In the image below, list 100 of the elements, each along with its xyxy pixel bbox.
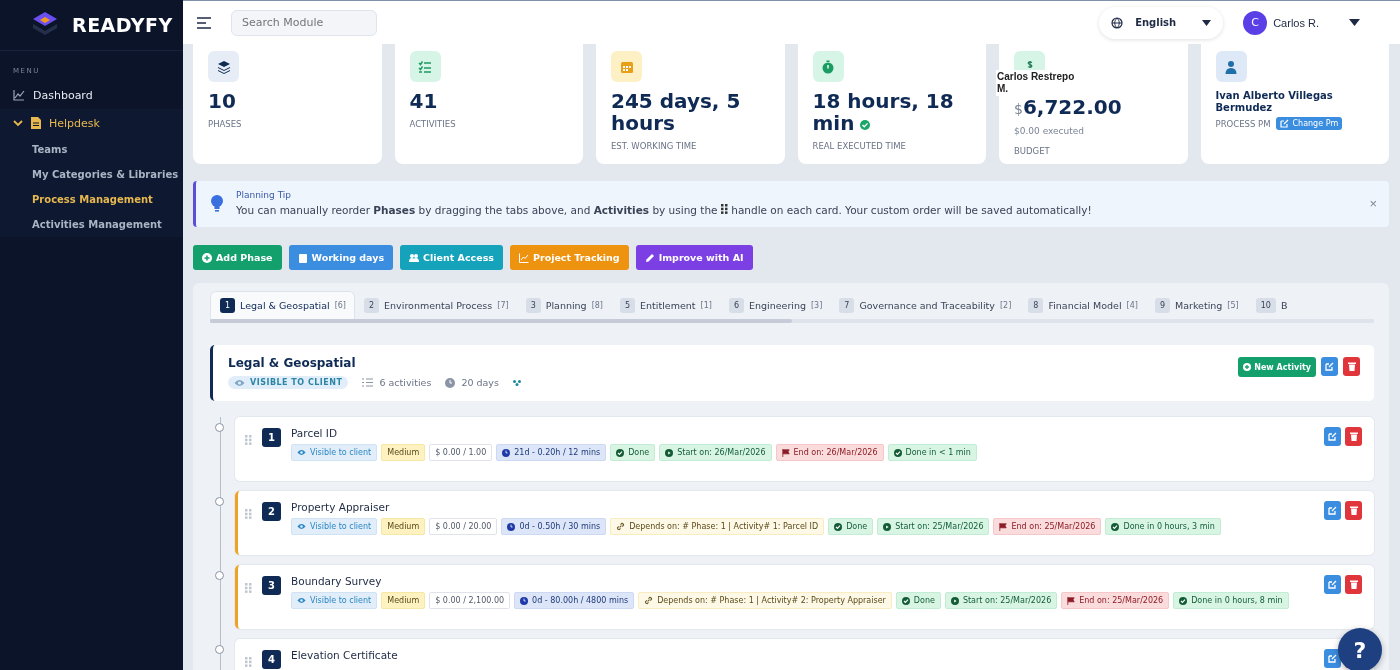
sidebar-item[interactable]: Dashboard <box>0 81 183 109</box>
language-select[interactable]: English <box>1099 6 1224 39</box>
activity-number: 2 <box>262 502 281 521</box>
calendar-icon <box>611 51 642 82</box>
play-icon <box>665 448 674 457</box>
trash-icon <box>1349 580 1358 589</box>
stat-label: PROCESS PM <box>1215 118 1271 129</box>
timeline-node <box>215 571 224 580</box>
sidebar-subitem[interactable]: My Categories & Libraries <box>0 162 183 187</box>
activity-number: 1 <box>262 428 281 447</box>
activity-tag: Start on: 26/Mar/2026 <box>659 444 772 461</box>
activity-title: Property Appraiser <box>291 501 391 513</box>
eye-icon <box>297 449 306 456</box>
clock-icon <box>507 522 516 531</box>
phase-tab[interactable]: 7 Governance and Traceability [2] <box>830 291 1020 319</box>
phase-tab[interactable]: 5 Entitlement [1] <box>611 291 720 319</box>
phase-tab[interactable]: 10 B <box>1246 291 1296 319</box>
action-button[interactable]: Improve with AI <box>635 245 753 270</box>
activity-tag: Visible to client <box>291 592 378 609</box>
close-button[interactable]: × <box>1369 195 1377 211</box>
calendar-icon <box>297 252 308 263</box>
sidebar-item[interactable]: Helpdesk <box>0 109 183 137</box>
activity-number: 4 <box>262 650 281 669</box>
edit-icon <box>1328 654 1337 663</box>
activity-tag: Medium <box>381 592 426 609</box>
caret-icon <box>1202 19 1212 26</box>
phase-duration: 20 days <box>461 377 499 388</box>
activity-tag: Done <box>828 518 874 535</box>
scrollbar[interactable] <box>210 319 1374 323</box>
pm-name: Ivan Alberto Villegas Bermudez <box>1215 90 1334 114</box>
phase-tab[interactable]: 8 Financial Model [4] <box>1019 291 1146 319</box>
brand-name: READYFY <box>72 14 173 36</box>
check-icon <box>1111 522 1120 531</box>
search-field[interactable]: Search Module <box>231 9 377 36</box>
tip-title: Planning Tip <box>236 190 293 200</box>
activity-tag: 21d - 0.20h / 12 mins <box>496 444 607 461</box>
chart-icon <box>13 89 25 101</box>
clock-icon <box>445 377 456 388</box>
activities-count: 6 activities <box>379 377 432 388</box>
delete-button[interactable] <box>1343 357 1360 376</box>
sidebar-subitem[interactable]: Activities Management <box>0 212 183 237</box>
stat-label: BUDGET <box>1014 146 1050 156</box>
phase-tab[interactable]: 2 Environmental Process [7] <box>355 291 517 319</box>
phase-tab[interactable]: 1 Legal & Geospatial [6] <box>210 291 355 319</box>
stat-label: PHASES <box>208 119 242 129</box>
activity-tag: End on: 26/Mar/2026 <box>775 444 884 461</box>
network-icon <box>512 379 521 386</box>
activity-tag: End on: 25/Mar/2026 <box>993 518 1102 535</box>
drag-handle-icon[interactable] <box>245 657 252 667</box>
eye-icon <box>234 378 245 387</box>
check-icon <box>616 448 625 457</box>
plus-circle-icon <box>1243 363 1252 371</box>
drag-handle-icon[interactable] <box>245 435 252 445</box>
activity-tag: Done in 0 hours, 8 min <box>1173 592 1289 609</box>
delete-button[interactable] <box>1345 575 1362 594</box>
caret-icon[interactable] <box>1349 19 1360 26</box>
activity-tag: Done <box>895 592 941 609</box>
sidebar-subitem[interactable]: Teams <box>0 137 183 162</box>
activity-tag: Depends on: # Phase: 1 | Activity# 1: Parcel ID <box>610 518 825 535</box>
stopwatch-icon <box>812 51 844 82</box>
activity-title: Elevation Certificate <box>291 649 399 661</box>
phase-tab[interactable]: 6 Engineering [3] <box>719 291 831 319</box>
checklist-icon <box>409 51 441 82</box>
drag-handle-icon[interactable] <box>245 509 252 519</box>
activity-tag: Start on: 25/Mar/2026 <box>944 592 1058 609</box>
activity-tag: Done in < 1 min <box>887 444 977 461</box>
activity-tag: $ 0.00 / 20.00 <box>429 518 498 535</box>
menu-icon[interactable] <box>197 16 211 29</box>
globe-icon <box>1111 16 1124 29</box>
stat-note: $0.00 executed <box>1014 126 1086 136</box>
stat-label: ACTIVITIES <box>409 119 456 129</box>
activity-tag: Done in 0 hours, 3 min <box>1105 518 1221 535</box>
activity-tag: 0d - 80.00h / 4800 mins <box>514 592 635 609</box>
sidebar-subitem[interactable]: Process Management <box>0 187 183 212</box>
timeline-node <box>215 497 224 506</box>
flag-icon <box>781 448 790 457</box>
trash-icon <box>1347 362 1356 371</box>
activity-tag: $ 0.00 / 2,100.00 <box>429 592 511 609</box>
chevron-icon <box>13 118 23 128</box>
stat-label: REAL EXECUTED TIME <box>812 141 906 151</box>
stat-value: 41 <box>409 90 439 112</box>
phase-tab[interactable]: 9 Marketing [5] <box>1145 291 1247 319</box>
stat-value: 10 <box>208 90 237 112</box>
list-icon <box>362 378 374 387</box>
eye-icon <box>297 597 306 604</box>
edit-button[interactable] <box>1324 649 1341 668</box>
person-icon <box>1215 51 1247 82</box>
phase-tab[interactable]: 3 Planning [8] <box>516 291 611 319</box>
edit-icon <box>1328 432 1337 441</box>
lightbulb-icon <box>210 194 224 212</box>
stat-label: EST. WORKING TIME <box>611 141 697 151</box>
plus-circle-icon <box>202 252 212 263</box>
user-avatar[interactable]: C <box>1243 10 1268 35</box>
activity-tag: Depends on: # Phase: 1 | Activity# 2: Property Appraiser <box>638 592 892 609</box>
timeline-node <box>215 423 224 432</box>
delete-button[interactable] <box>1345 501 1362 520</box>
activity-tag: Start on: 25/Mar/2026 <box>877 518 990 535</box>
drag-handle-icon[interactable] <box>245 583 252 593</box>
user-name[interactable]: Carlos R. <box>1273 16 1319 29</box>
delete-button[interactable] <box>1345 427 1362 446</box>
